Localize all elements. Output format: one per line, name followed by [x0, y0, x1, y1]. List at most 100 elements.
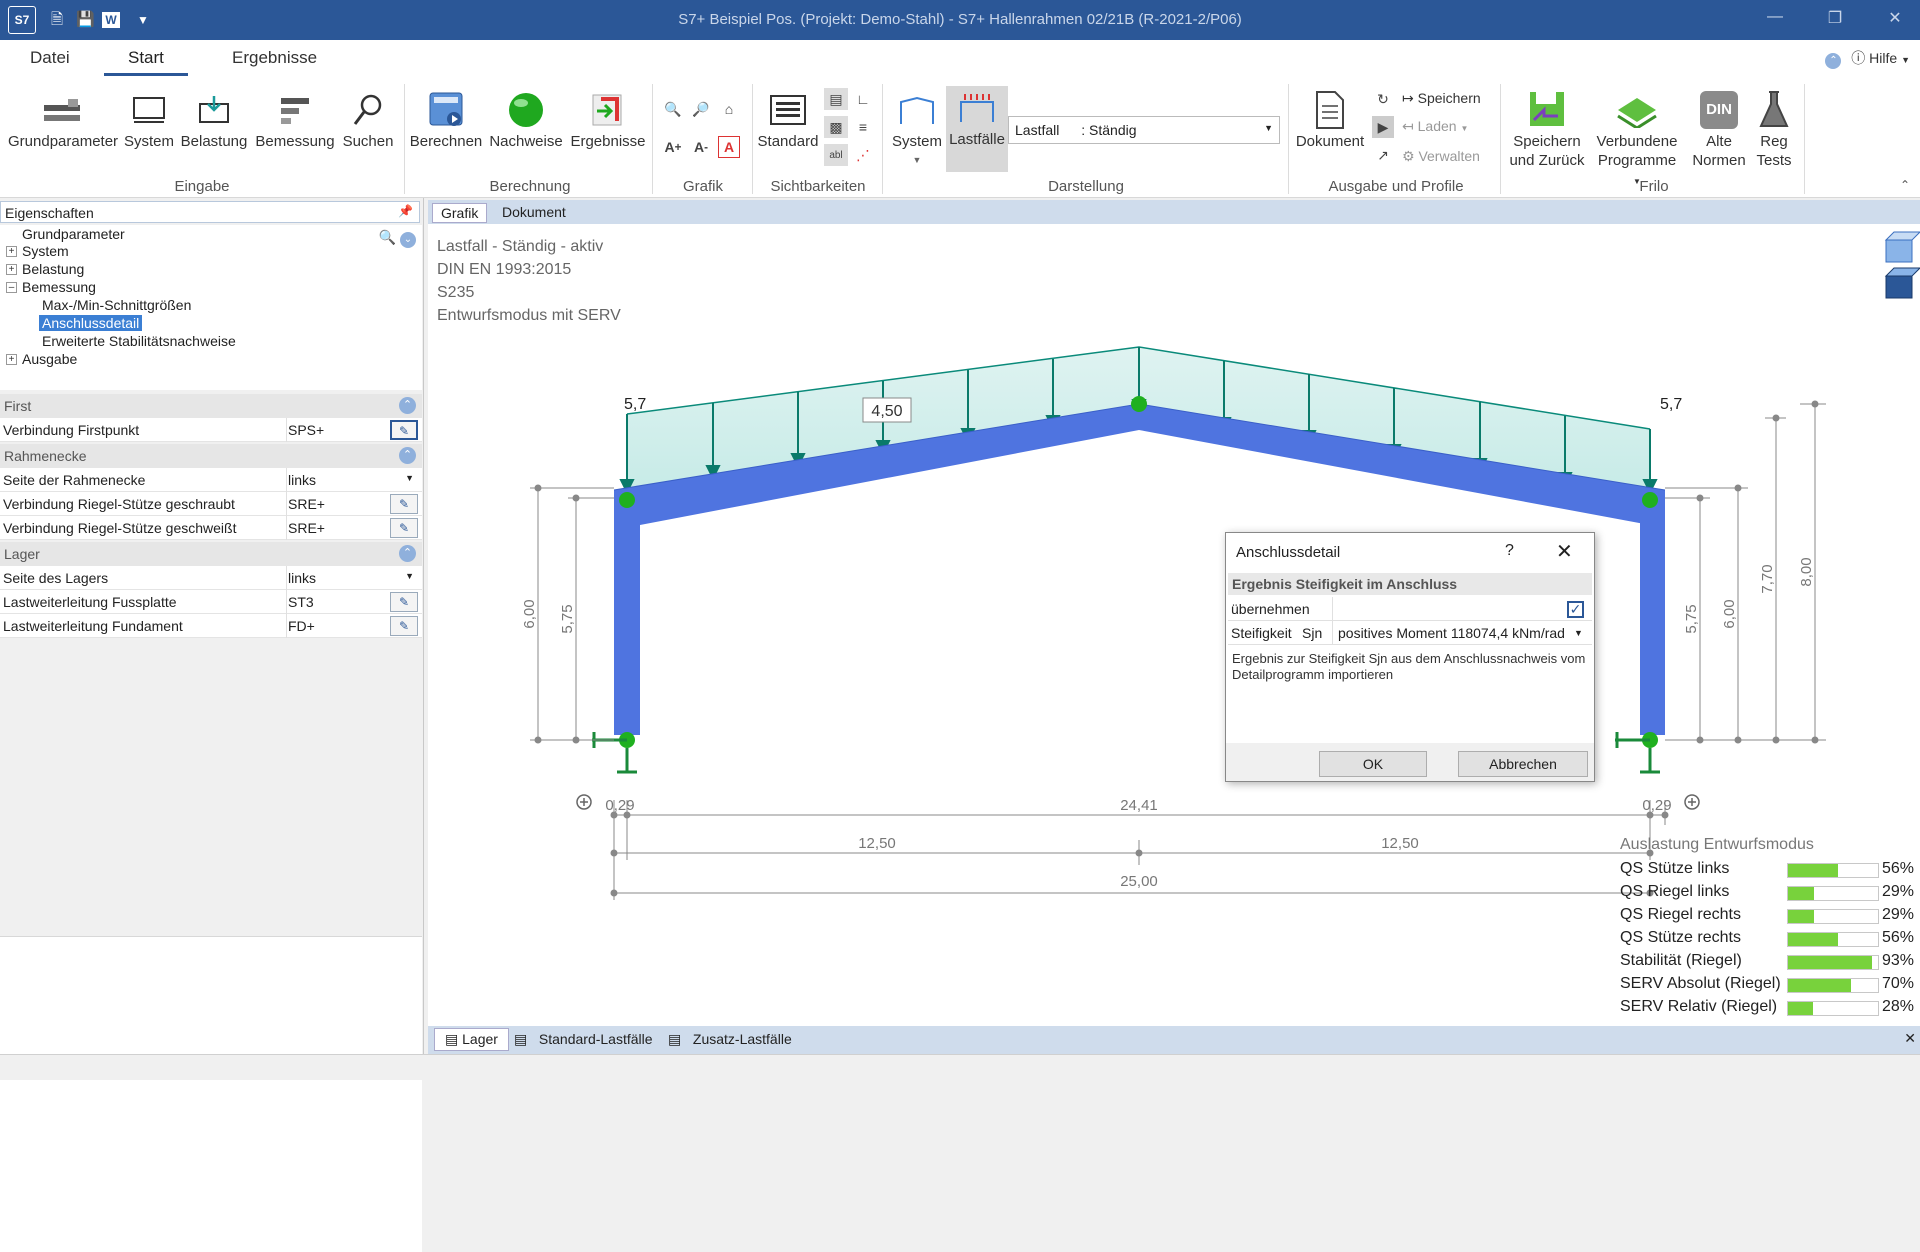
node-right-eave[interactable]	[1642, 492, 1658, 508]
chevron-down-icon[interactable]: ▼	[405, 571, 414, 581]
speichern-zurueck-button[interactable]: Speichern und Zurück	[1504, 88, 1590, 170]
tree-item-system[interactable]: System	[22, 243, 69, 259]
tab-ergebnisse[interactable]: Ergebnisse	[232, 48, 317, 68]
collapse-ribbon-icon[interactable]: ⌃	[1825, 53, 1842, 69]
label-toggle-icon[interactable]: abl	[824, 144, 848, 166]
node-toggle-icon[interactable]: ▩	[824, 116, 848, 138]
edit-icon[interactable]: ✎	[390, 494, 418, 514]
property-row[interactable]: Verbindung Riegel-Stütze geschraubt SRE+ ✎	[0, 492, 422, 516]
collapse-section-icon[interactable]: ⌃	[399, 397, 416, 414]
tab-datei[interactable]: Datei	[30, 48, 70, 68]
tab-lager[interactable]: ▤ Lager	[434, 1028, 509, 1051]
property-row[interactable]: Seite des Lagers links ▼	[0, 566, 422, 590]
node-left-eave[interactable]	[619, 492, 635, 508]
align-toggle-icon[interactable]: ≡	[852, 116, 874, 138]
reg-tests-button[interactable]: Reg Tests	[1754, 88, 1794, 170]
tree-item-bemessung[interactable]: Bemessung	[22, 279, 96, 295]
close-icon[interactable]: ✕	[1556, 539, 1573, 564]
profile-export-icon[interactable]: ↗	[1372, 144, 1394, 166]
steifigkeit-select[interactable]: positives Moment 118074,4 kNm/rad	[1338, 625, 1565, 641]
property-value[interactable]: links	[288, 472, 316, 488]
property-row[interactable]: Lastweiterleitung Fussplatte ST3 ✎	[0, 590, 422, 614]
collapse-ribbon-chevron-icon[interactable]: ⌃	[1900, 178, 1910, 192]
tab-zusatz-lastfaelle[interactable]: ▤ Zusatz-Lastfälle	[668, 1031, 792, 1048]
expand-icon[interactable]: +	[6, 264, 17, 275]
property-row[interactable]: Lastweiterleitung Fundament FD+ ✎	[0, 614, 422, 638]
close-panel-icon[interactable]: ✕	[1904, 1030, 1916, 1047]
font-increase-icon[interactable]: A +	[662, 136, 684, 158]
belastung-button[interactable]: Belastung	[180, 88, 248, 151]
berechnen-button[interactable]: Berechnen	[408, 88, 484, 151]
pin-icon[interactable]: 📌	[398, 204, 413, 218]
darstellung-system-button[interactable]: System ▼	[888, 88, 946, 170]
tree-item-schnittgroessen[interactable]: Max-/Min-Schnittgrößen	[42, 297, 191, 313]
property-value[interactable]: SRE+	[288, 496, 325, 512]
property-value[interactable]: FD+	[288, 618, 315, 634]
property-value[interactable]: ST3	[288, 594, 314, 610]
property-row[interactable]: Verbindung Riegel-Stütze geschweißt SRE+ ✎	[0, 516, 422, 540]
tree-item-grundparameter[interactable]: Grundparameter	[22, 226, 125, 242]
ok-button[interactable]: OK	[1319, 751, 1427, 777]
chevron-down-icon[interactable]: ▼	[1574, 628, 1583, 638]
standard-button[interactable]: Standard	[756, 88, 820, 151]
zoom-icon[interactable]: 🔍	[662, 98, 684, 120]
font-decrease-icon[interactable]: A-	[690, 136, 712, 158]
visibility-toggle-icon[interactable]: ▤	[824, 88, 848, 110]
laden-profile-button[interactable]: ↤ Laden ▼	[1402, 118, 1468, 135]
dimension-toggle-icon[interactable]: ⋰	[852, 144, 874, 166]
axis-toggle-icon[interactable]: ∟	[852, 88, 874, 110]
nachweise-button[interactable]: Nachweise	[488, 88, 564, 151]
minimize-icon[interactable]: —	[1760, 8, 1790, 26]
property-row[interactable]: Verbindung Firstpunkt SPS+ ✎	[0, 418, 422, 442]
chevron-down-icon[interactable]: ▼	[405, 473, 414, 483]
collapse-section-icon[interactable]: ⌃	[399, 447, 416, 464]
expand-icon[interactable]: +	[6, 246, 17, 257]
tab-grafik[interactable]: Grafik	[432, 203, 488, 223]
section-first[interactable]: First ⌃	[0, 394, 422, 418]
view-cube-dark-icon[interactable]	[1884, 267, 1920, 299]
home-view-icon[interactable]: ⌂	[718, 98, 740, 120]
dokument-button[interactable]: Dokument	[1294, 88, 1366, 151]
tab-standard-lastfaelle[interactable]: ▤ Standard-Lastfälle	[514, 1031, 653, 1048]
collapse-icon[interactable]: –	[6, 282, 17, 293]
help-menu[interactable]: ⌃ ⓘ Hilfe ▼	[1825, 48, 1910, 69]
edit-icon[interactable]: ✎	[390, 420, 418, 440]
property-value[interactable]: SPS+	[288, 422, 324, 438]
close-window-icon[interactable]: ✕	[1880, 8, 1910, 28]
cancel-button[interactable]: Abbrechen	[1458, 751, 1588, 777]
search-icon[interactable]: 🔍	[379, 229, 396, 245]
tab-start[interactable]: Start	[104, 48, 188, 76]
section-lager[interactable]: Lager ⌃	[0, 542, 422, 566]
profile-icon[interactable]: ▶	[1372, 116, 1394, 138]
uebernehmen-checkbox[interactable]: ✓	[1567, 601, 1584, 618]
tree-item-stabilitaet[interactable]: Erweiterte Stabilitätsnachweise	[42, 333, 236, 349]
edit-icon[interactable]: ✎	[390, 518, 418, 538]
grundparameter-button[interactable]: Grundparameter	[8, 88, 118, 151]
property-row[interactable]: Seite der Rahmenecke links ▼	[0, 468, 422, 492]
view-cube-icon[interactable]	[1884, 231, 1920, 263]
refresh-icon[interactable]: ↻	[1372, 88, 1394, 110]
tree-item-belastung[interactable]: Belastung	[22, 261, 84, 277]
verbundene-programme-button[interactable]: Verbundene Programme ▼	[1592, 88, 1682, 191]
edit-icon[interactable]: ✎	[390, 616, 418, 636]
node-ridge[interactable]	[1131, 396, 1147, 412]
alte-normen-button[interactable]: DIN Alte Normen	[1686, 88, 1752, 170]
property-value[interactable]: links	[288, 570, 316, 586]
restore-icon[interactable]: ❐	[1820, 8, 1850, 28]
load-case-select[interactable]: Lastfall : Ständig ▼	[1008, 116, 1280, 144]
bemessung-button[interactable]: Bemessung	[252, 88, 338, 151]
tree-item-ausgabe[interactable]: Ausgabe	[22, 351, 77, 367]
expand-all-icon[interactable]: ⌄	[400, 232, 416, 248]
collapse-section-icon[interactable]: ⌃	[399, 545, 416, 562]
font-color-icon[interactable]: A	[718, 136, 740, 158]
ergebnisse-button[interactable]: Ergebnisse	[568, 88, 648, 151]
section-rahmenecke[interactable]: Rahmenecke ⌃	[0, 444, 422, 468]
system-button[interactable]: System	[120, 88, 178, 151]
speichern-profile-button[interactable]: ↦ Speichern	[1402, 90, 1481, 107]
suchen-button[interactable]: Suchen	[340, 88, 396, 151]
help-icon[interactable]: ?	[1505, 542, 1514, 560]
expand-icon[interactable]: +	[6, 354, 17, 365]
tab-dokument[interactable]: Dokument	[494, 203, 574, 221]
lastfaelle-button[interactable]: Lastfälle	[946, 86, 1008, 172]
edit-icon[interactable]: ✎	[390, 592, 418, 612]
